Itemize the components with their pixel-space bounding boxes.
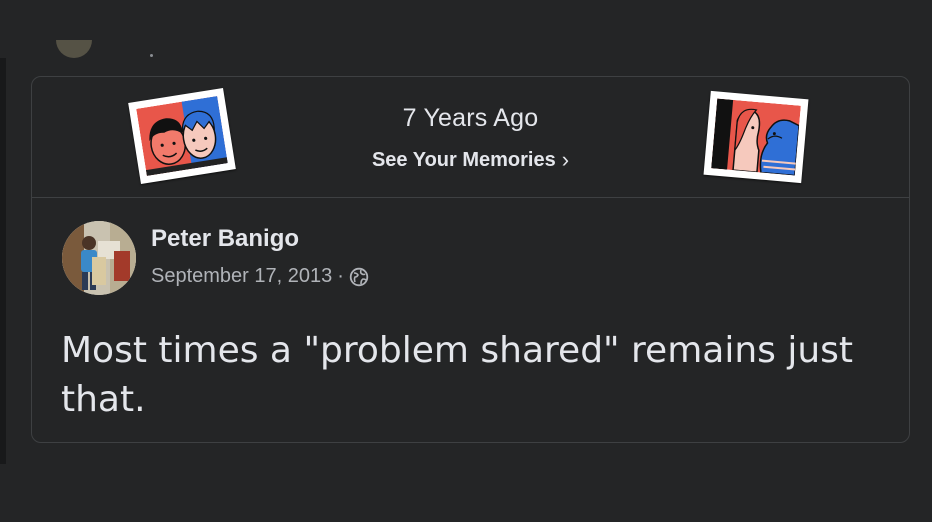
post-date[interactable]: September 17, 2013 [151,265,332,288]
chevron-right-icon: › [561,147,570,172]
previous-post-separator-dot [150,54,153,57]
post-author-name[interactable]: Peter Banigo [151,225,299,253]
memory-banner[interactable]: 7 Years Ago See Your Memories › [32,77,909,198]
meta-separator: · [337,265,344,287]
couple-photo-icon [703,90,809,184]
post-meta: September 17, 2013 · [151,265,369,288]
globe-icon[interactable] [349,267,369,287]
profile-photo-icon [62,221,136,295]
previous-post-area [0,0,932,58]
post-header: Peter Banigo September 17, 2013 · [32,198,909,308]
avatar[interactable] [62,221,136,295]
feed-bottom-area [0,464,932,522]
post-body-text: Most times a "problem shared" remains ju… [61,330,854,420]
memory-post-card: 7 Years Ago See Your Memories › Peter Ba… [31,76,910,443]
couple-illustration [711,98,801,176]
previous-post-avatar [56,40,92,58]
see-your-memories-label: See Your Memories [371,149,556,171]
